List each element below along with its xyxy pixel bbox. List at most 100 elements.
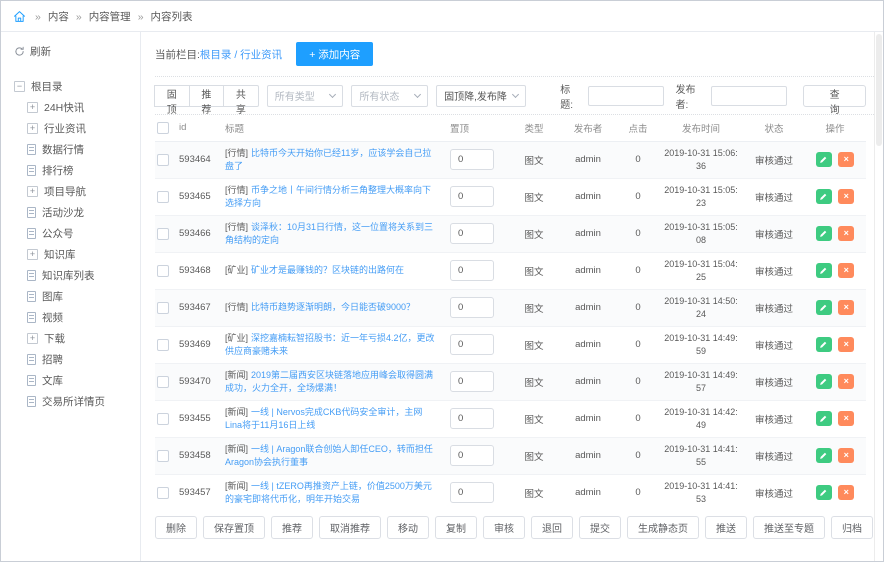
edit-button[interactable] — [816, 411, 832, 426]
breadcrumb-item[interactable]: 内容列表 — [131, 9, 193, 24]
delete-button[interactable]: × — [838, 189, 854, 204]
edit-button[interactable] — [816, 448, 832, 463]
title-filter-input[interactable] — [588, 86, 664, 106]
edit-button[interactable] — [816, 152, 832, 167]
pin-order-input[interactable] — [450, 186, 494, 207]
row-checkbox[interactable] — [157, 487, 169, 499]
pin-order-input[interactable] — [450, 371, 494, 392]
row-checkbox[interactable] — [157, 302, 169, 314]
status-select[interactable]: 所有状态 — [351, 85, 428, 107]
flag-filter-button[interactable]: 共享 — [223, 85, 259, 107]
edit-button[interactable] — [816, 337, 832, 352]
toolbar-button[interactable]: 审核 — [483, 516, 525, 539]
current-category-path[interactable]: 根目录 / 行业资讯 — [200, 49, 282, 61]
toolbar-button[interactable]: 归档 — [831, 516, 873, 539]
pin-order-input[interactable] — [450, 445, 494, 466]
delete-button[interactable]: × — [838, 226, 854, 241]
sidebar-tree-item[interactable]: 公众号 — [14, 223, 140, 244]
delete-button[interactable]: × — [838, 337, 854, 352]
scrollbar-track[interactable] — [874, 32, 883, 561]
row-checkbox[interactable] — [157, 450, 169, 462]
row-title-link[interactable]: 深挖嘉楠耘智招股书：近一年亏损4.2亿，更改供应商豪赌未来 — [225, 333, 435, 356]
row-checkbox[interactable] — [157, 376, 169, 388]
toolbar-button[interactable]: 删除 — [155, 516, 197, 539]
sidebar-tree-item[interactable]: 招聘 — [14, 349, 140, 370]
row-title-link[interactable]: 一线 | Aragon联合创始人卸任CEO，转而担任Aragon协会执行董事 — [225, 444, 433, 467]
row-title-link[interactable]: 一线 | tZERO再推资产上链，价值2500万美元的豪宅即将代币化，明年开始交… — [225, 481, 432, 504]
sidebar-tree-item[interactable]: 图库 — [14, 286, 140, 307]
pin-order-input[interactable] — [450, 482, 494, 503]
edit-button[interactable] — [816, 300, 832, 315]
query-button[interactable]: 查询 — [803, 85, 866, 107]
toolbar-button[interactable]: 取消推荐 — [319, 516, 381, 539]
sidebar-tree-item[interactable]: 知识库列表 — [14, 265, 140, 286]
row-title-link[interactable]: 矿业才是最赚钱的？区块链的出路何在 — [251, 265, 404, 275]
sidebar-tree-item[interactable]: 活动沙龙 — [14, 202, 140, 223]
delete-button[interactable]: × — [838, 263, 854, 278]
toolbar-button[interactable]: 提交 — [579, 516, 621, 539]
row-checkbox[interactable] — [157, 154, 169, 166]
toolbar-button[interactable]: 退回 — [531, 516, 573, 539]
breadcrumb-item[interactable]: 内容 — [28, 9, 69, 24]
sidebar-tree-item[interactable]: + 行业资讯 — [14, 118, 140, 139]
select-all-checkbox[interactable] — [157, 122, 169, 134]
row-checkbox[interactable] — [157, 191, 169, 203]
sidebar-tree-item[interactable]: − 根目录 — [14, 76, 140, 97]
edit-button[interactable] — [816, 226, 832, 241]
sidebar-tree-item[interactable]: 文库 — [14, 370, 140, 391]
sidebar-tree-item[interactable]: + 24H快讯 — [14, 97, 140, 118]
edit-button[interactable] — [816, 374, 832, 389]
delete-button[interactable]: × — [838, 300, 854, 315]
toolbar-button[interactable]: 复制 — [435, 516, 477, 539]
sidebar-tree-item[interactable]: 数据行情 — [14, 139, 140, 160]
pin-order-input[interactable] — [450, 223, 494, 244]
pin-order-input[interactable] — [450, 260, 494, 281]
toolbar-button[interactable]: 推送至专题 — [753, 516, 825, 539]
pin-order-input[interactable] — [450, 408, 494, 429]
toolbar-button[interactable]: 推荐 — [271, 516, 313, 539]
delete-button[interactable]: × — [838, 448, 854, 463]
delete-button[interactable]: × — [838, 411, 854, 426]
row-checkbox[interactable] — [157, 265, 169, 277]
toolbar-button[interactable]: 移动 — [387, 516, 429, 539]
row-title-link[interactable]: 比特币趋势逐渐明朗，今日能否破9000？ — [251, 302, 415, 312]
sidebar-tree-item[interactable]: 视频 — [14, 307, 140, 328]
home-icon[interactable] — [13, 10, 26, 23]
publisher-filter-input[interactable] — [711, 86, 787, 106]
toolbar-button[interactable]: 推送 — [705, 516, 747, 539]
delete-button[interactable]: × — [838, 485, 854, 500]
type-select[interactable]: 所有类型 — [267, 85, 344, 107]
edit-button[interactable] — [816, 189, 832, 204]
toolbar-button[interactable]: 保存置顶 — [203, 516, 265, 539]
pin-order-input[interactable] — [450, 297, 494, 318]
delete-button[interactable]: × — [838, 152, 854, 167]
row-checkbox[interactable] — [157, 228, 169, 240]
pin-order-input[interactable] — [450, 334, 494, 355]
sidebar-tree-item[interactable]: 排行榜 — [14, 160, 140, 181]
refresh-button[interactable]: 刷新 — [14, 44, 140, 59]
flag-filter-button[interactable]: 固顶 — [154, 85, 190, 107]
add-content-button[interactable]: + 添加内容 — [296, 42, 373, 66]
edit-button[interactable] — [816, 263, 832, 278]
toolbar-button[interactable]: 生成静态页 — [627, 516, 699, 539]
scrollbar-thumb[interactable] — [876, 34, 882, 146]
row-title-link[interactable]: 一线 | Nervos完成CKB代码安全审计，主网Lina将于11月16日上线 — [225, 407, 422, 430]
row-title-link[interactable]: 2019第二届西安区块链落地应用峰会取得圆满成功，火力全开，全场爆满！ — [225, 370, 433, 393]
row-checkbox[interactable] — [157, 413, 169, 425]
table-row: 593464 [行情]比特币今天开始你已经11岁，应该学会自己拉盘了 图文 ad… — [155, 141, 866, 178]
sidebar-tree-item[interactable]: + 项目导航 — [14, 181, 140, 202]
row-checkbox[interactable] — [157, 339, 169, 351]
breadcrumb-item[interactable]: 内容管理 — [69, 9, 131, 24]
delete-button[interactable]: × — [838, 374, 854, 389]
sidebar-tree-item[interactable]: + 下载 — [14, 328, 140, 349]
row-title-link[interactable]: 谈泽秋：10月31日行情，这一位置将关系到三角结构的定向 — [225, 222, 433, 245]
flag-filter-button[interactable]: 推荐 — [189, 85, 225, 107]
row-title-link[interactable]: 币争之地丨午间行情分析三角整理大概率向下选择方向 — [225, 185, 431, 208]
edit-button[interactable] — [816, 485, 832, 500]
row-title-link[interactable]: 比特币今天开始你已经11岁，应该学会自己拉盘了 — [225, 148, 431, 171]
sidebar-tree-item[interactable]: + 知识库 — [14, 244, 140, 265]
sort-select[interactable]: 固顶降,发布降 — [436, 85, 526, 107]
pin-order-input[interactable] — [450, 149, 494, 170]
header-date: 发布时间 — [658, 115, 744, 141]
sidebar-tree-item[interactable]: 交易所详情页 — [14, 391, 140, 412]
